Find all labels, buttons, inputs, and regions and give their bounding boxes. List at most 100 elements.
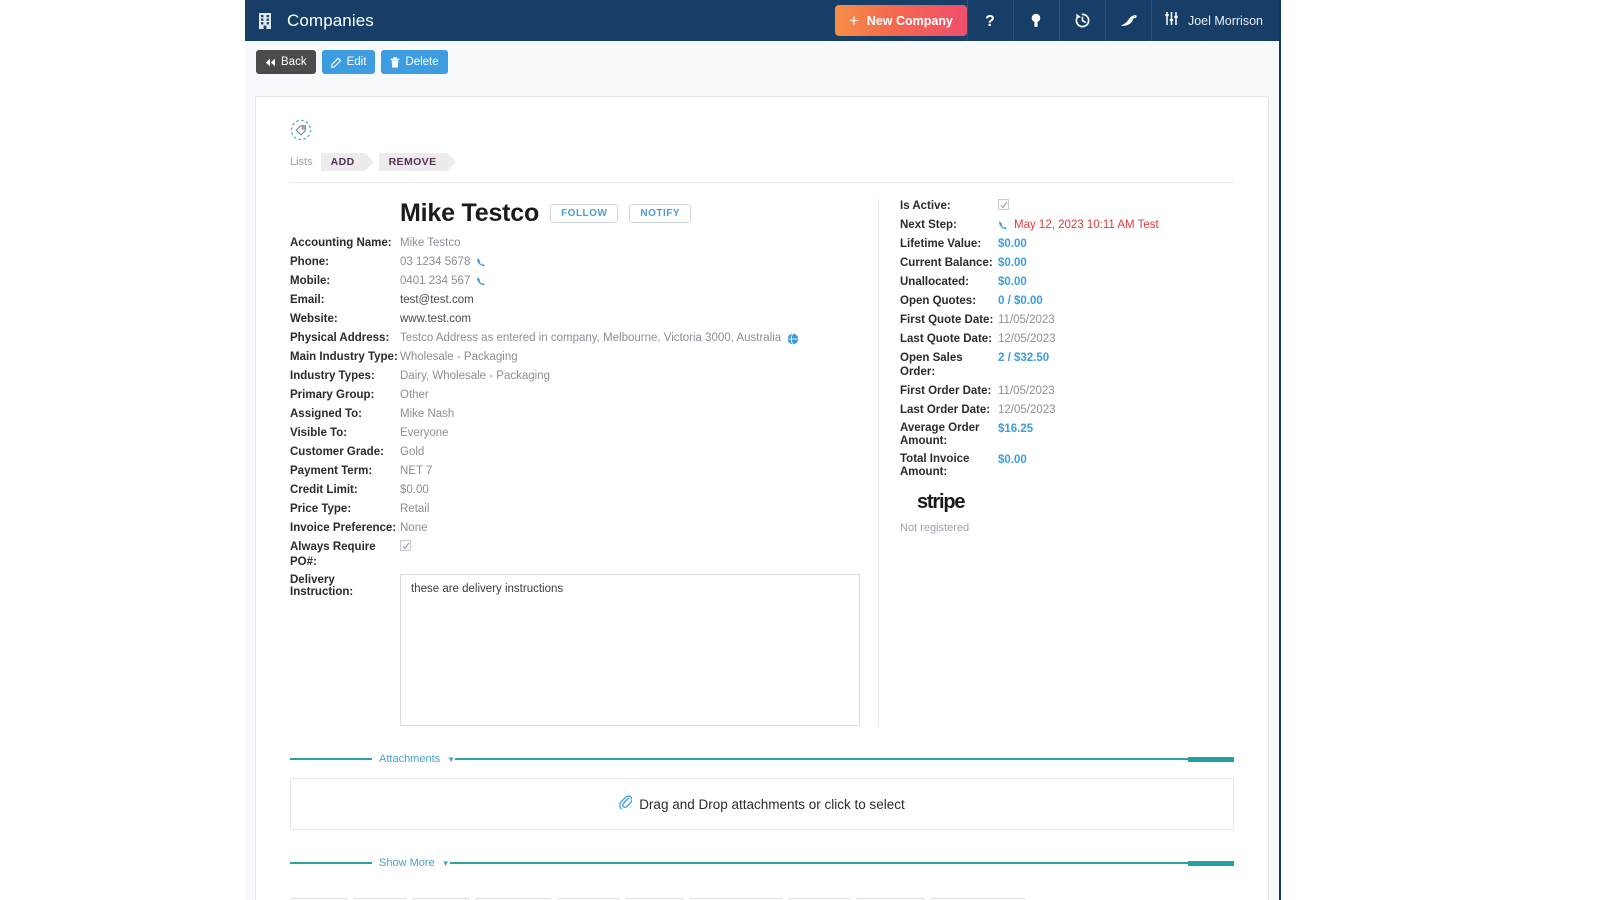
field-row: Customer Grade: Gold — [290, 445, 866, 460]
field-row-always-require-po: Always Require PO#: — [290, 540, 866, 570]
lightbulb-icon — [1029, 12, 1043, 30]
field-value: Wholesale - Packaging — [400, 350, 518, 365]
summary-value[interactable]: $16.25 — [998, 422, 1033, 436]
divider-line-mid-2 — [449, 862, 1188, 864]
field-value-text: test@test.com — [400, 294, 474, 306]
summary-value-text: 11/05/2023 — [998, 314, 1055, 326]
page-title: Companies — [287, 10, 374, 30]
field-value: Dairy, Wholesale - Packaging — [400, 369, 550, 384]
tag-icon-wrapper — [290, 119, 1234, 146]
summary-label: Open Quotes: — [900, 295, 977, 307]
field-row: Visible To: Everyone — [290, 426, 866, 441]
summary-value: 11/05/2023 — [998, 313, 1055, 327]
summary-value-text: $16.25 — [998, 423, 1034, 435]
pencil-icon — [330, 56, 342, 68]
summary-label: First Order Date: — [900, 385, 992, 397]
lightbulb-icon-button[interactable] — [1012, 0, 1059, 41]
follow-button[interactable]: FOLLOW — [550, 204, 619, 223]
field-row: Credit Limit: $0.00 — [290, 483, 866, 498]
summary-value-text: 0 / $0.00 — [998, 295, 1043, 307]
help-icon-button[interactable]: ? — [966, 0, 1013, 41]
attachment-dropzone[interactable]: Drag and Drop attachments or click to se… — [290, 778, 1234, 830]
divider-line-mid — [455, 758, 1188, 760]
always-require-po-label: Always Require PO#: — [290, 541, 376, 568]
divider-line-right-2 — [1188, 860, 1234, 866]
globe-icon[interactable] — [787, 332, 799, 345]
detail-columns: Mike Testco FOLLOW NOTIFY Accounting Nam… — [290, 199, 1234, 726]
field-label: Price Type: — [290, 503, 352, 515]
sliders-icon — [1164, 11, 1179, 31]
history-icon-button[interactable] — [1058, 0, 1105, 41]
tag-icon[interactable] — [290, 119, 312, 145]
list-add-chip[interactable]: ADD — [320, 153, 374, 171]
field-row: Main Industry Type: Wholesale - Packaging — [290, 350, 866, 365]
edit-button[interactable]: Edit — [321, 50, 376, 74]
new-company-label: New Company — [866, 13, 953, 28]
field-value: None — [400, 521, 428, 536]
summary-value[interactable]: $0.00 — [998, 256, 1027, 270]
header-divider — [290, 182, 1234, 183]
right-summary-column: Is Active: Next Step: May 12, 2023 10:11 A… — [879, 199, 1179, 726]
dropzone-text: Drag and Drop attachments or click to se… — [639, 796, 905, 812]
company-detail-card: Lists ADD REMOVE Mike Testco FOLLOW NOTI… — [255, 96, 1269, 900]
delete-button[interactable]: Delete — [381, 50, 448, 74]
company-title-row: Mike Testco FOLLOW NOTIFY — [400, 199, 866, 228]
lists-label: Lists — [290, 156, 313, 168]
field-value-text: Mike Testco — [400, 237, 461, 249]
summary-value[interactable]: $0.00 — [998, 275, 1027, 289]
field-value: Testco Address as entered in company, Me… — [400, 331, 799, 346]
checkbox-checked-icon[interactable] — [400, 540, 411, 551]
chevron-down-icon[interactable]: ▼ — [447, 755, 455, 764]
user-menu[interactable]: Joel Morrison — [1150, 0, 1279, 41]
summary-value-text: 12/05/2023 — [998, 333, 1056, 345]
summary-value[interactable]: 2 / $32.50 — [998, 351, 1049, 365]
summary-value[interactable]: $0.00 — [998, 237, 1027, 251]
field-value-text: Dairy, Wholesale - Packaging — [400, 370, 550, 382]
phone-icon[interactable] — [476, 276, 487, 287]
help-icon: ? — [983, 12, 997, 30]
summary-label: Average Order Amount: — [900, 422, 980, 447]
summary-row: Open Quotes: 0 / $0.00 — [900, 294, 1179, 308]
field-value: Gold — [400, 445, 424, 460]
field-row: Email: test@test.com — [290, 293, 866, 308]
field-label: Mobile: — [290, 275, 331, 287]
field-label: Visible To: — [290, 427, 348, 439]
summary-value-text: 11/05/2023 — [998, 385, 1055, 397]
field-value: $0.00 — [400, 483, 429, 498]
summary-label: Current Balance: — [900, 257, 993, 269]
field-value: Retail — [400, 502, 429, 517]
chevron-down-icon-2[interactable]: ▼ — [442, 859, 450, 868]
show-more-toggle[interactable]: Show More — [372, 857, 440, 869]
summary-row: Is Active: — [900, 199, 1179, 213]
back-button[interactable]: Back — [256, 50, 316, 74]
back-label: Back — [281, 56, 307, 68]
attachments-toggle[interactable]: Attachments — [372, 753, 445, 765]
summary-value[interactable]: $0.00 — [998, 453, 1027, 467]
summary-value[interactable]: 0 / $0.00 — [998, 294, 1043, 308]
history-icon — [1074, 12, 1091, 29]
delete-label: Delete — [405, 56, 439, 68]
phone-icon[interactable] — [998, 220, 1009, 231]
field-label: Payment Term: — [290, 465, 373, 477]
top-navbar: Companies + New Company ? Joel Morrison — [245, 0, 1279, 41]
field-label: Website: — [290, 313, 338, 325]
bird-icon-button[interactable] — [1104, 0, 1151, 41]
delivery-instruction-textarea[interactable] — [400, 574, 860, 726]
field-label: Accounting Name: — [290, 237, 392, 249]
summary-label: Is Active: — [900, 200, 951, 212]
notify-button[interactable]: NOTIFY — [629, 204, 692, 223]
summary-row: Total Invoice Amount: $0.00 — [900, 453, 1179, 479]
summary-row: Current Balance: $0.00 — [900, 256, 1179, 270]
paperclip-icon — [619, 794, 633, 814]
summary-value: 12/05/2023 — [998, 403, 1056, 417]
summary-label: Last Order Date: — [900, 404, 991, 416]
summary-row: Last Quote Date: 12/05/2023 — [900, 332, 1179, 346]
phone-icon[interactable] — [476, 257, 487, 268]
always-require-po-value — [400, 540, 411, 551]
summary-value — [998, 199, 1009, 210]
list-remove-chip[interactable]: REMOVE — [378, 153, 456, 171]
new-company-button[interactable]: + New Company — [834, 5, 967, 36]
summary-row: Last Order Date: 12/05/2023 — [900, 403, 1179, 417]
field-row: Invoice Preference: None — [290, 521, 866, 536]
checkbox-checked-icon[interactable] — [998, 199, 1009, 210]
